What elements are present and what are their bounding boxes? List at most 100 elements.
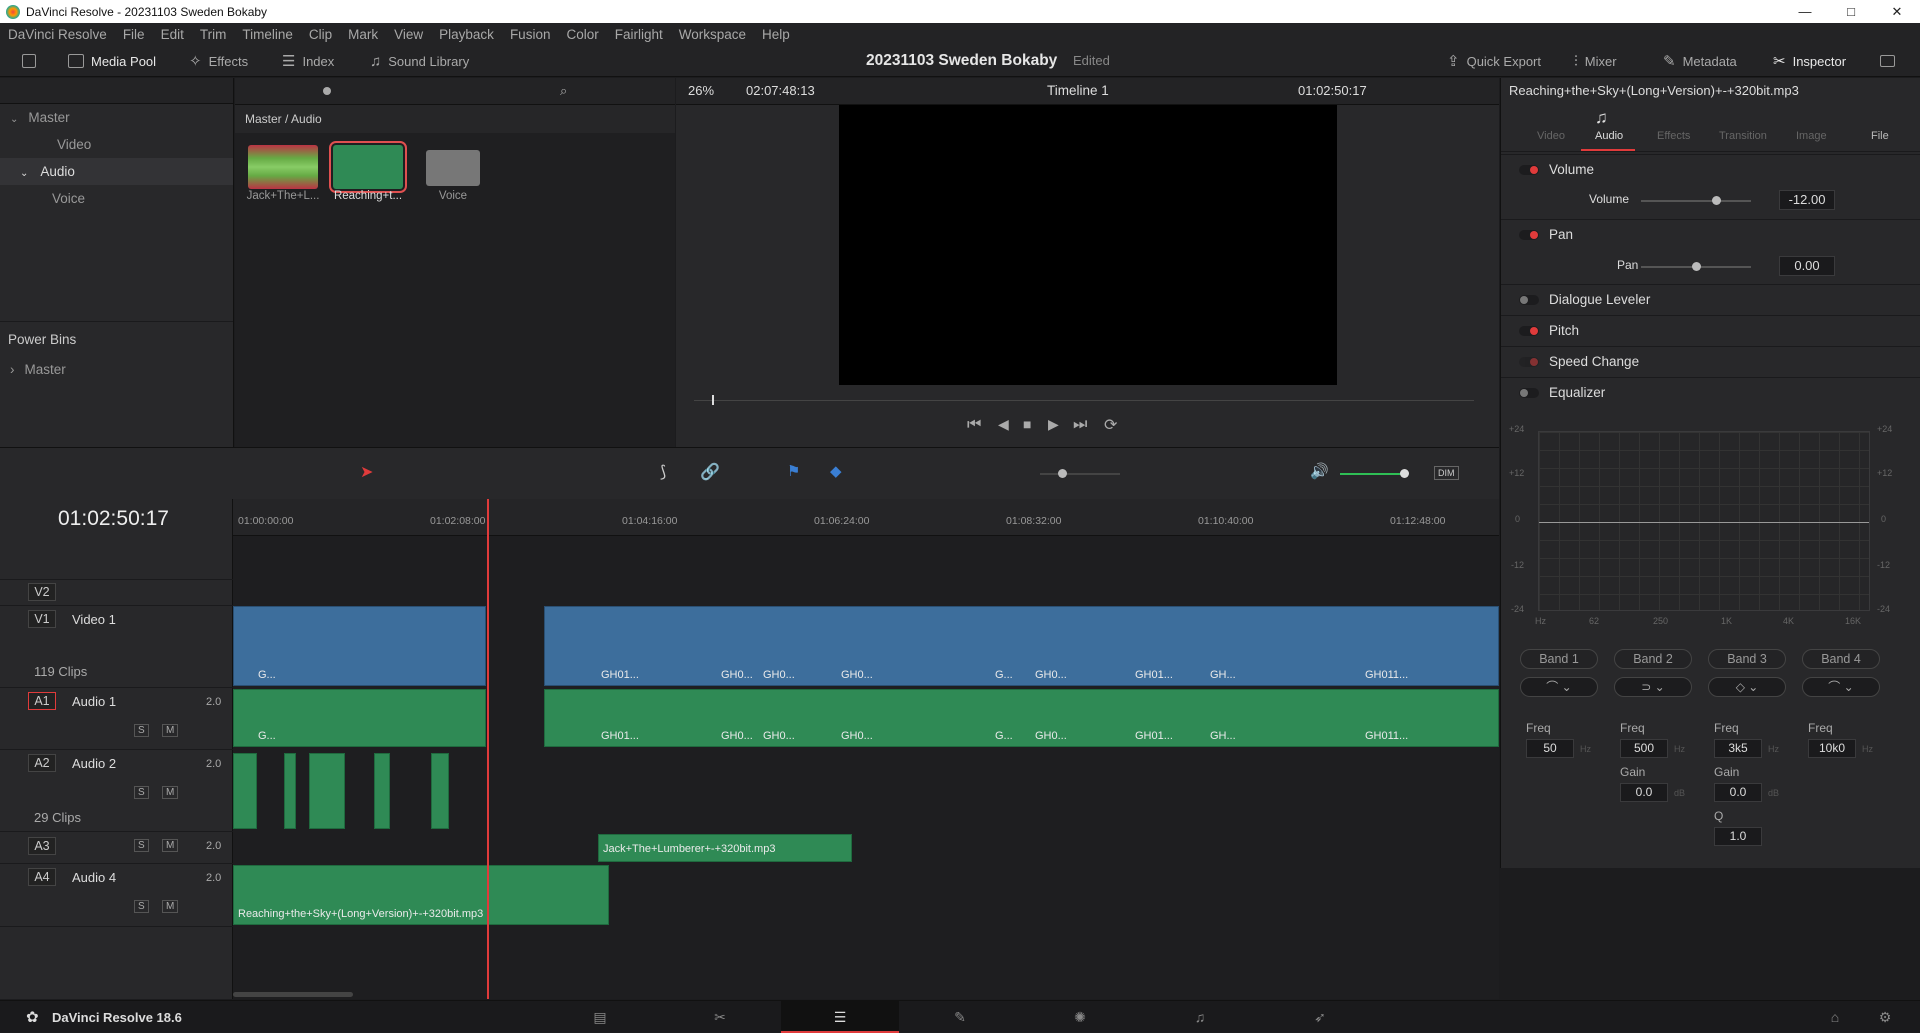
fusion-page-icon[interactable]: ✎ (950, 1009, 970, 1025)
timeline-scrollbar[interactable] (233, 992, 353, 997)
bin-master[interactable]: ⌄ Master (0, 104, 233, 131)
band1-freq-value[interactable]: 50 (1526, 739, 1574, 758)
tab-image[interactable]: Image (1796, 130, 1827, 142)
pitch-toggle[interactable] (1519, 326, 1539, 336)
audio-clip[interactable] (284, 753, 296, 829)
scrubber-handle[interactable] (712, 395, 714, 405)
menu-help[interactable]: Help (754, 27, 798, 42)
track-name[interactable]: Audio 2 (72, 756, 116, 771)
solo-button[interactable]: S (134, 900, 149, 913)
play-icon[interactable]: ▶ (1048, 416, 1059, 433)
track-name[interactable]: Video 1 (72, 612, 116, 627)
audio-clip[interactable] (374, 753, 390, 829)
master-volume-slider[interactable] (1340, 473, 1406, 475)
index-button[interactable]: ☰ Index (282, 45, 334, 77)
panel-toggle-icon[interactable] (22, 45, 36, 77)
timeline-ruler[interactable]: 01:00:00:00 01:02:08:00 01:04:16:00 01:0… (233, 499, 1499, 536)
play-reverse-icon[interactable]: ◀ (998, 416, 1009, 433)
metadata-button[interactable]: ✎ Metadata (1663, 45, 1737, 77)
tab-audio[interactable]: Audio (1595, 130, 1623, 142)
viewer-canvas[interactable] (839, 105, 1337, 385)
menu-edit[interactable]: Edit (153, 27, 192, 42)
minimize-button[interactable]: — (1782, 0, 1828, 23)
menu-fusion[interactable]: Fusion (502, 27, 559, 42)
track-tag[interactable]: A4 (28, 868, 56, 886)
selection-tool-icon[interactable]: ➤ (360, 462, 373, 482)
eq-band-3-shape-dropdown[interactable]: ◇ ⌄ (1708, 677, 1786, 697)
audio-clip[interactable] (233, 753, 257, 829)
solo-button[interactable]: S (134, 839, 149, 852)
mute-button[interactable]: M (162, 724, 179, 737)
volume-toggle[interactable] (1519, 165, 1539, 175)
menu-workspace[interactable]: Workspace (671, 27, 754, 42)
go-to-start-icon[interactable]: ⏮ (967, 416, 981, 434)
search-icon[interactable]: ⌕ (560, 83, 567, 99)
eq-band-1-button[interactable]: Band 1 (1520, 649, 1598, 669)
bin-audio[interactable]: ⌄ Audio (0, 158, 233, 185)
pan-value[interactable]: 0.00 (1779, 256, 1835, 276)
audio-clip[interactable] (309, 753, 345, 829)
menu-mark[interactable]: Mark (340, 27, 386, 42)
audio-clip[interactable]: GH01... GH0... GH0... GH0... G... GH0...… (544, 689, 1499, 747)
thumbnail-size-slider[interactable] (323, 87, 331, 95)
band2-gain-value[interactable]: 0.0 (1620, 783, 1668, 802)
color-page-icon[interactable]: ✺ (1070, 1009, 1090, 1025)
speaker-icon[interactable]: 🔊 (1310, 462, 1329, 480)
volume-section-header[interactable]: Volume (1501, 154, 1920, 184)
bin-video[interactable]: Video (0, 131, 233, 158)
loop-icon[interactable]: ⟳ (1104, 415, 1117, 435)
dim-button[interactable]: DIM (1434, 466, 1459, 480)
menu-color[interactable]: Color (558, 27, 606, 42)
home-icon[interactable]: ⌂ (1825, 1009, 1845, 1025)
track-tag[interactable]: A3 (28, 837, 56, 855)
link-icon[interactable]: 🔗 (700, 462, 720, 482)
audio-clip[interactable] (431, 753, 449, 829)
menu-clip[interactable]: Clip (301, 27, 340, 42)
menu-fairlight[interactable]: Fairlight (607, 27, 671, 42)
viewer-scrubber[interactable] (694, 400, 1474, 401)
pan-toggle[interactable] (1519, 230, 1539, 240)
pan-section-header[interactable]: Pan (1501, 219, 1920, 249)
menu-playback[interactable]: Playback (431, 27, 502, 42)
eq-band-4-button[interactable]: Band 4 (1802, 649, 1880, 669)
tab-video[interactable]: Video (1537, 130, 1565, 142)
timeline-selector[interactable]: Timeline 1 (1047, 83, 1109, 98)
pan-slider-knob[interactable] (1692, 262, 1701, 271)
tab-effects[interactable]: Effects (1657, 130, 1690, 142)
menu-view[interactable]: View (386, 27, 431, 42)
stop-icon[interactable]: ■ (1023, 416, 1031, 432)
eq-band-2-button[interactable]: Band 2 (1614, 649, 1692, 669)
settings-gear-icon[interactable]: ⚙ (1875, 1009, 1895, 1025)
eq-band-1-shape-dropdown[interactable]: ⌒ ⌄ (1520, 677, 1598, 697)
mute-button[interactable]: M (162, 900, 179, 913)
eq-band-2-shape-dropdown[interactable]: ⊃ ⌄ (1614, 677, 1692, 697)
menu-davinci[interactable]: DaVinci Resolve (0, 27, 115, 42)
deliver-page-icon[interactable]: ➶ (1310, 1009, 1330, 1025)
pitch-header[interactable]: Pitch (1501, 315, 1920, 345)
solo-button[interactable]: S (134, 724, 149, 737)
edit-page-tab[interactable]: ☰ (781, 1001, 899, 1033)
media-thumb-jack[interactable] (248, 145, 318, 189)
menu-file[interactable]: File (115, 27, 153, 42)
quick-export-button[interactable]: ⇪ Quick Export (1447, 45, 1541, 77)
bin-voice[interactable]: Voice (0, 185, 233, 212)
band3-q-value[interactable]: 1.0 (1714, 827, 1762, 846)
tab-file[interactable]: File (1871, 130, 1889, 142)
band3-gain-value[interactable]: 0.0 (1714, 783, 1762, 802)
track-tag[interactable]: A2 (28, 754, 56, 772)
equalizer-header[interactable]: Equalizer (1501, 377, 1920, 407)
band2-freq-value[interactable]: 500 (1620, 739, 1668, 758)
maximize-button[interactable]: □ (1828, 0, 1874, 23)
timeline-zoom-slider[interactable] (1040, 473, 1120, 475)
menu-trim[interactable]: Trim (192, 27, 235, 42)
mute-button[interactable]: M (162, 786, 179, 799)
audio-clip-reaching[interactable]: Reaching+the+Sky+(Long+Version)+-+320bit… (233, 865, 609, 925)
eq-band-3-button[interactable]: Band 3 (1708, 649, 1786, 669)
sound-library-button[interactable]: ♫ Sound Library (370, 45, 469, 77)
snapping-icon[interactable]: ⟆ (660, 462, 666, 482)
master-volume-knob[interactable] (1400, 469, 1409, 478)
fairlight-page-icon[interactable]: ♫ (1190, 1009, 1210, 1025)
marker-icon[interactable]: ◆ (830, 462, 842, 480)
eq-band-4-shape-dropdown[interactable]: ⌒ ⌄ (1802, 677, 1880, 697)
solo-button[interactable]: S (134, 786, 149, 799)
